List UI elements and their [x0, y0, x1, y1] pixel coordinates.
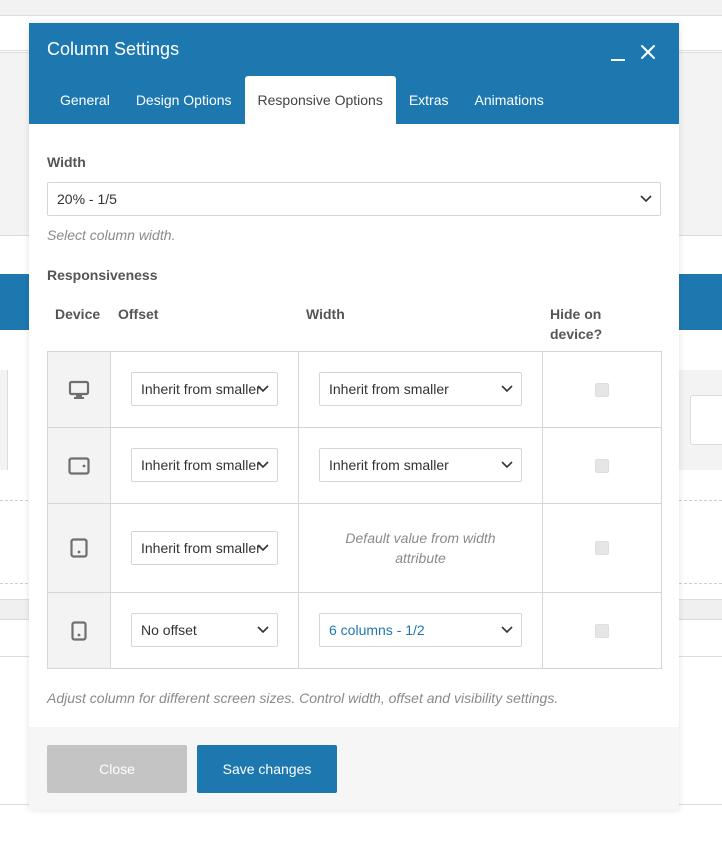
- close-icon[interactable]: [637, 41, 659, 63]
- width-select-tablet-landscape[interactable]: Inherit from smaller: [319, 448, 522, 482]
- responsiveness-help-text: Adjust column for different screen sizes…: [47, 690, 559, 706]
- offset-select-value: Inherit from smaller: [141, 457, 261, 473]
- tab-general[interactable]: General: [47, 76, 123, 124]
- chevron-down-icon: [640, 195, 652, 203]
- column-header-hide-on-device: Hide on device?: [550, 306, 603, 342]
- width-select-value: 6 columns - 1/2: [329, 622, 425, 638]
- tab-extras[interactable]: Extras: [396, 76, 462, 124]
- minimize-icon[interactable]: [607, 41, 629, 63]
- width-select-value: Inherit from smaller: [329, 457, 449, 473]
- tab-responsive-options[interactable]: Responsive Options: [244, 76, 396, 124]
- background-side-panel: [0, 370, 8, 470]
- background-blue-bar-left: [0, 274, 29, 330]
- offset-select-value: Inherit from smaller: [141, 540, 261, 556]
- chevron-down-icon: [257, 626, 269, 634]
- table-row: Inherit from smaller Default value from …: [47, 503, 662, 593]
- desktop-icon: [68, 380, 90, 399]
- background-box: [690, 395, 722, 445]
- background-top-bar: [0, 0, 722, 16]
- column-header-offset: Offset: [118, 306, 159, 322]
- responsive-table: Inherit from smaller Inherit from smalle…: [47, 351, 662, 669]
- offset-select-tablet-portrait[interactable]: Inherit from smaller: [131, 531, 278, 565]
- chevron-down-icon: [501, 461, 513, 469]
- offset-select-mobile[interactable]: No offset: [131, 613, 278, 647]
- chevron-down-icon: [257, 544, 269, 552]
- width-select-mobile[interactable]: 6 columns - 1/2: [319, 613, 522, 647]
- column-settings-modal: Column Settings General Design Options R…: [29, 23, 679, 810]
- width-label: Width: [47, 154, 86, 170]
- table-row: No offset 6 columns - 1/2: [47, 592, 662, 669]
- background-blue-bar-right: [679, 274, 722, 330]
- offset-select-value: No offset: [141, 622, 197, 638]
- width-select-value: Inherit from smaller: [329, 381, 449, 397]
- chevron-down-icon: [257, 385, 269, 393]
- width-select-value: 20% - 1/5: [57, 191, 117, 207]
- tablet-landscape-icon: [68, 456, 90, 475]
- chevron-down-icon: [257, 461, 269, 469]
- close-button[interactable]: Close: [47, 745, 187, 793]
- offset-select-value: Inherit from smaller: [141, 381, 261, 397]
- width-help-text: Select column width.: [47, 227, 176, 243]
- modal-header: Column Settings General Design Options R…: [29, 23, 679, 124]
- table-row: Inherit from smaller Inherit from smalle…: [47, 427, 662, 504]
- offset-select-tablet-landscape[interactable]: Inherit from smaller: [131, 448, 278, 482]
- hide-on-desktop-checkbox[interactable]: [595, 382, 609, 397]
- modal-footer: Close Save changes: [29, 727, 679, 810]
- hide-on-tablet-landscape-checkbox[interactable]: [595, 458, 609, 473]
- save-changes-button[interactable]: Save changes: [197, 745, 337, 793]
- hide-on-mobile-checkbox[interactable]: [595, 623, 609, 638]
- tab-design-options[interactable]: Design Options: [123, 76, 245, 124]
- mobile-icon: [71, 620, 87, 641]
- table-row: Inherit from smaller Inherit from smalle…: [47, 351, 662, 428]
- width-select[interactable]: 20% - 1/5: [47, 182, 661, 216]
- column-header-width: Width: [306, 306, 345, 322]
- hide-on-tablet-portrait-checkbox[interactable]: [595, 541, 609, 555]
- tab-animations[interactable]: Animations: [462, 76, 557, 124]
- chevron-down-icon: [501, 626, 513, 634]
- tablet-portrait-icon: [70, 538, 88, 558]
- chevron-down-icon: [501, 385, 513, 393]
- default-width-note: Default value from width attribute: [345, 530, 496, 566]
- modal-title: Column Settings: [47, 39, 180, 59]
- tab-bar: General Design Options Responsive Option…: [47, 76, 557, 124]
- column-header-device: Device: [55, 306, 101, 322]
- responsiveness-label: Responsiveness: [47, 267, 158, 283]
- width-select-desktop[interactable]: Inherit from smaller: [319, 372, 522, 406]
- offset-select-desktop[interactable]: Inherit from smaller: [131, 372, 278, 406]
